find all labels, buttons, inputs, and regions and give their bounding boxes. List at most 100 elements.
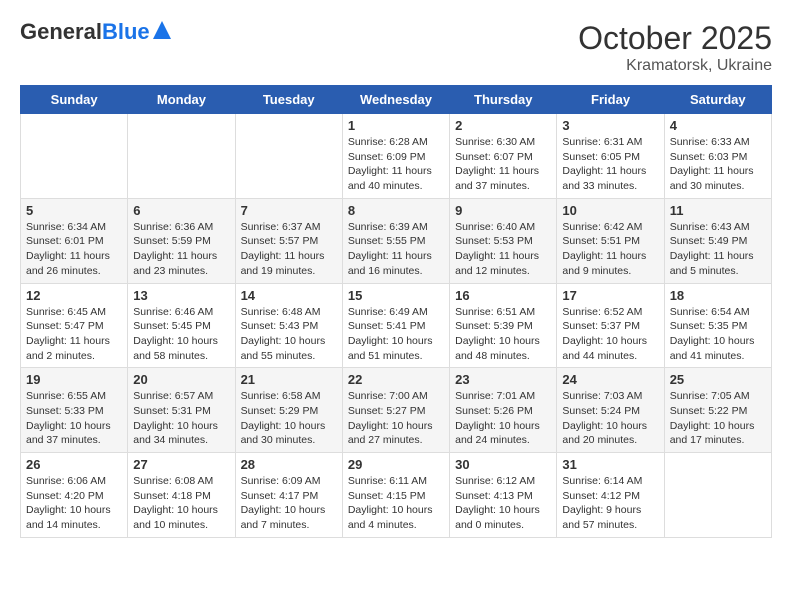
logo-icon (153, 21, 171, 39)
logo-general: GeneralBlue (20, 20, 150, 44)
calendar-cell: 11 Sunrise: 6:43 AM Sunset: 5:49 PM Dayli… (664, 198, 771, 283)
day-number: 11 (670, 203, 766, 218)
day-number: 27 (133, 457, 229, 472)
day-info: Sunrise: 6:57 AM Sunset: 5:31 PM Dayligh… (133, 389, 229, 448)
calendar-cell: 26 Sunrise: 6:06 AM Sunset: 4:20 PM Dayli… (21, 453, 128, 538)
day-number: 6 (133, 203, 229, 218)
day-info: Sunrise: 6:55 AM Sunset: 5:33 PM Dayligh… (26, 389, 122, 448)
calendar-cell: 4 Sunrise: 6:33 AM Sunset: 6:03 PM Daylig… (664, 114, 771, 199)
day-info: Sunrise: 6:48 AM Sunset: 5:43 PM Dayligh… (241, 305, 337, 364)
day-info: Sunrise: 7:05 AM Sunset: 5:22 PM Dayligh… (670, 389, 766, 448)
day-number: 14 (241, 288, 337, 303)
day-number: 20 (133, 372, 229, 387)
weekday-header-thursday: Thursday (450, 86, 557, 114)
calendar-cell: 13 Sunrise: 6:46 AM Sunset: 5:45 PM Dayli… (128, 283, 235, 368)
day-info: Sunrise: 6:31 AM Sunset: 6:05 PM Dayligh… (562, 135, 658, 194)
day-info: Sunrise: 7:01 AM Sunset: 5:26 PM Dayligh… (455, 389, 551, 448)
day-info: Sunrise: 6:52 AM Sunset: 5:37 PM Dayligh… (562, 305, 658, 364)
day-number: 16 (455, 288, 551, 303)
calendar-week-1: 1 Sunrise: 6:28 AM Sunset: 6:09 PM Daylig… (21, 114, 772, 199)
calendar-cell: 1 Sunrise: 6:28 AM Sunset: 6:09 PM Daylig… (342, 114, 449, 199)
day-number: 23 (455, 372, 551, 387)
calendar-cell: 22 Sunrise: 7:00 AM Sunset: 5:27 PM Dayli… (342, 368, 449, 453)
day-number: 15 (348, 288, 444, 303)
day-info: Sunrise: 6:46 AM Sunset: 5:45 PM Dayligh… (133, 305, 229, 364)
calendar-week-2: 5 Sunrise: 6:34 AM Sunset: 6:01 PM Daylig… (21, 198, 772, 283)
calendar-cell: 31Sunrise: 6:14 AM Sunset: 4:12 PM Dayli… (557, 453, 664, 538)
day-number: 10 (562, 203, 658, 218)
day-info: Sunrise: 6:11 AM Sunset: 4:15 PM Dayligh… (348, 474, 444, 533)
calendar-cell: 19Sunrise: 6:55 AM Sunset: 5:33 PM Dayli… (21, 368, 128, 453)
calendar-cell: 27 Sunrise: 6:08 AM Sunset: 4:18 PM Dayli… (128, 453, 235, 538)
calendar-cell (664, 453, 771, 538)
calendar-cell: 21Sunrise: 6:58 AM Sunset: 5:29 PM Dayli… (235, 368, 342, 453)
day-info: Sunrise: 7:03 AM Sunset: 5:24 PM Dayligh… (562, 389, 658, 448)
day-number: 22 (348, 372, 444, 387)
day-info: Sunrise: 6:08 AM Sunset: 4:18 PM Dayligh… (133, 474, 229, 533)
calendar-cell: 12Sunrise: 6:45 AM Sunset: 5:47 PM Dayli… (21, 283, 128, 368)
day-info: Sunrise: 6:49 AM Sunset: 5:41 PM Dayligh… (348, 305, 444, 364)
day-number: 26 (26, 457, 122, 472)
day-info: Sunrise: 6:39 AM Sunset: 5:55 PM Dayligh… (348, 220, 444, 279)
day-number: 17 (562, 288, 658, 303)
weekday-header-tuesday: Tuesday (235, 86, 342, 114)
weekday-header-wednesday: Wednesday (342, 86, 449, 114)
calendar-cell: 18Sunrise: 6:54 AM Sunset: 5:35 PM Dayli… (664, 283, 771, 368)
calendar-cell: 14 Sunrise: 6:48 AM Sunset: 5:43 PM Dayli… (235, 283, 342, 368)
day-info: Sunrise: 6:36 AM Sunset: 5:59 PM Dayligh… (133, 220, 229, 279)
day-number: 1 (348, 118, 444, 133)
day-number: 5 (26, 203, 122, 218)
calendar-cell: 10Sunrise: 6:42 AM Sunset: 5:51 PM Dayli… (557, 198, 664, 283)
day-info: Sunrise: 6:30 AM Sunset: 6:07 PM Dayligh… (455, 135, 551, 194)
calendar-cell (128, 114, 235, 199)
calendar-week-4: 19Sunrise: 6:55 AM Sunset: 5:33 PM Dayli… (21, 368, 772, 453)
day-number: 4 (670, 118, 766, 133)
day-number: 12 (26, 288, 122, 303)
calendar-cell (235, 114, 342, 199)
day-number: 7 (241, 203, 337, 218)
calendar-cell: 2Sunrise: 6:30 AM Sunset: 6:07 PM Daylig… (450, 114, 557, 199)
day-number: 24 (562, 372, 658, 387)
day-info: Sunrise: 6:43 AM Sunset: 5:49 PM Dayligh… (670, 220, 766, 279)
weekday-header-monday: Monday (128, 86, 235, 114)
calendar-week-5: 26 Sunrise: 6:06 AM Sunset: 4:20 PM Dayli… (21, 453, 772, 538)
calendar-cell: 5 Sunrise: 6:34 AM Sunset: 6:01 PM Daylig… (21, 198, 128, 283)
calendar-cell: 25 Sunrise: 7:05 AM Sunset: 5:22 PM Dayli… (664, 368, 771, 453)
day-number: 18 (670, 288, 766, 303)
day-info: Sunrise: 6:28 AM Sunset: 6:09 PM Dayligh… (348, 135, 444, 194)
weekday-header-sunday: Sunday (21, 86, 128, 114)
day-number: 13 (133, 288, 229, 303)
day-info: Sunrise: 6:34 AM Sunset: 6:01 PM Dayligh… (26, 220, 122, 279)
day-info: Sunrise: 7:00 AM Sunset: 5:27 PM Dayligh… (348, 389, 444, 448)
calendar-cell: 3Sunrise: 6:31 AM Sunset: 6:05 PM Daylig… (557, 114, 664, 199)
calendar-cell: 8 Sunrise: 6:39 AM Sunset: 5:55 PM Daylig… (342, 198, 449, 283)
weekday-header-row: SundayMondayTuesdayWednesdayThursdayFrid… (21, 86, 772, 114)
calendar-table: SundayMondayTuesdayWednesdayThursdayFrid… (20, 85, 772, 538)
calendar-cell: 30 Sunrise: 6:12 AM Sunset: 4:13 PM Dayli… (450, 453, 557, 538)
day-number: 9 (455, 203, 551, 218)
page-header: GeneralBlue October 2025 Kramatorsk, Ukr… (20, 20, 772, 75)
calendar-cell (21, 114, 128, 199)
day-info: Sunrise: 6:58 AM Sunset: 5:29 PM Dayligh… (241, 389, 337, 448)
calendar-cell: 17 Sunrise: 6:52 AM Sunset: 5:37 PM Dayli… (557, 283, 664, 368)
calendar-week-3: 12Sunrise: 6:45 AM Sunset: 5:47 PM Dayli… (21, 283, 772, 368)
calendar-cell: 29Sunrise: 6:11 AM Sunset: 4:15 PM Dayli… (342, 453, 449, 538)
calendar-cell: 24 Sunrise: 7:03 AM Sunset: 5:24 PM Dayli… (557, 368, 664, 453)
day-number: 8 (348, 203, 444, 218)
day-number: 30 (455, 457, 551, 472)
calendar-cell: 28Sunrise: 6:09 AM Sunset: 4:17 PM Dayli… (235, 453, 342, 538)
calendar-cell: 15 Sunrise: 6:49 AM Sunset: 5:41 PM Dayli… (342, 283, 449, 368)
day-info: Sunrise: 6:06 AM Sunset: 4:20 PM Dayligh… (26, 474, 122, 533)
weekday-header-saturday: Saturday (664, 86, 771, 114)
day-info: Sunrise: 6:33 AM Sunset: 6:03 PM Dayligh… (670, 135, 766, 194)
day-info: Sunrise: 6:51 AM Sunset: 5:39 PM Dayligh… (455, 305, 551, 364)
day-number: 25 (670, 372, 766, 387)
calendar-cell: 9Sunrise: 6:40 AM Sunset: 5:53 PM Daylig… (450, 198, 557, 283)
title-block: October 2025 Kramatorsk, Ukraine (578, 20, 772, 75)
day-info: Sunrise: 6:14 AM Sunset: 4:12 PM Dayligh… (562, 474, 658, 533)
calendar-cell: 6 Sunrise: 6:36 AM Sunset: 5:59 PM Daylig… (128, 198, 235, 283)
day-info: Sunrise: 6:12 AM Sunset: 4:13 PM Dayligh… (455, 474, 551, 533)
day-info: Sunrise: 6:09 AM Sunset: 4:17 PM Dayligh… (241, 474, 337, 533)
day-info: Sunrise: 6:37 AM Sunset: 5:57 PM Dayligh… (241, 220, 337, 279)
calendar-cell: 23 Sunrise: 7:01 AM Sunset: 5:26 PM Dayli… (450, 368, 557, 453)
